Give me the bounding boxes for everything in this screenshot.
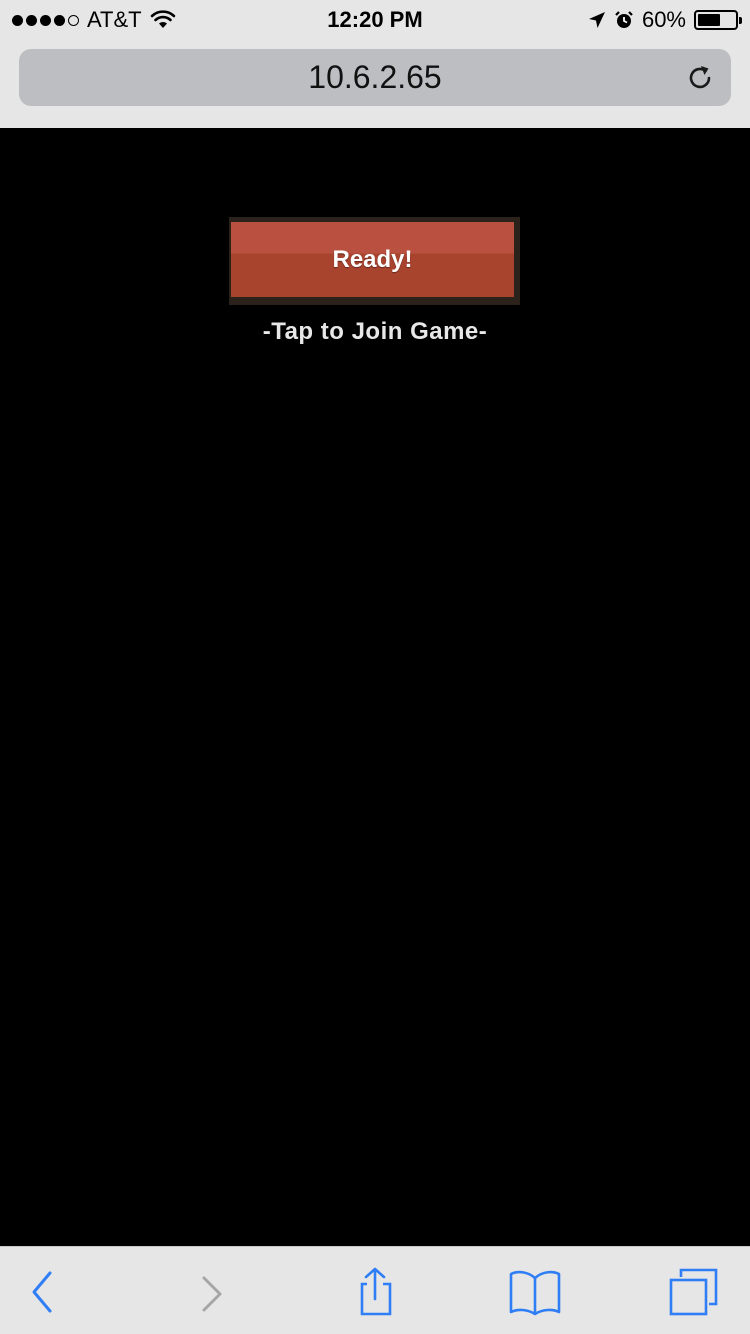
- share-icon[interactable]: [353, 1267, 397, 1317]
- back-icon[interactable]: [28, 1270, 58, 1314]
- ready-button[interactable]: Ready!: [229, 217, 520, 305]
- tabs-button[interactable]: [665, 1267, 721, 1317]
- share-button[interactable]: [347, 1267, 403, 1317]
- battery-level-fill: [698, 14, 720, 26]
- browser-chrome-top: AT&T 12:20 PM 60% 10.6.2.65: [0, 0, 750, 128]
- join-game-hint: -Tap to Join Game-: [262, 318, 488, 345]
- reload-icon[interactable]: [685, 63, 715, 93]
- forward-icon[interactable]: [196, 1270, 226, 1314]
- battery-icon: [694, 10, 742, 30]
- game-canvas[interactable]: Ready! -Tap to Join Game-: [0, 128, 750, 1246]
- tabs-icon[interactable]: [667, 1267, 719, 1317]
- status-bar: AT&T 12:20 PM 60%: [0, 0, 750, 40]
- ready-button-label[interactable]: Ready!: [231, 222, 514, 297]
- battery-percentage: 60%: [641, 7, 686, 32]
- forward-button[interactable]: [183, 1267, 239, 1317]
- bookmarks-icon[interactable]: [507, 1268, 563, 1316]
- location-arrow-icon: [588, 12, 605, 28]
- url-text[interactable]: 10.6.2.65: [19, 49, 731, 106]
- alarm-icon: [615, 11, 633, 28]
- browser-toolbar: [0, 1246, 750, 1334]
- address-bar[interactable]: 10.6.2.65: [19, 49, 731, 106]
- back-button[interactable]: [15, 1267, 71, 1317]
- status-right: 60%: [588, 7, 742, 33]
- bookmarks-button[interactable]: [507, 1267, 563, 1317]
